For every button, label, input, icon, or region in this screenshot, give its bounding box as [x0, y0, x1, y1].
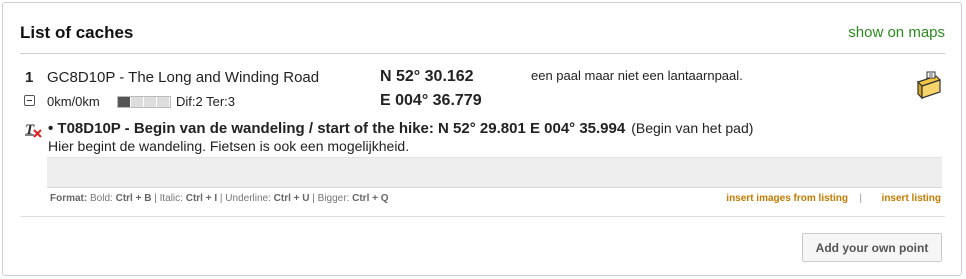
cache-description: een paal maar niet een lantaarnpaal.: [531, 68, 743, 83]
format-label: Format:: [50, 193, 88, 204]
format-underline-label: Underline:: [225, 193, 271, 204]
format-italic-key: Ctrl + I: [185, 193, 218, 204]
cache-latitude: N 52° 30.162: [380, 68, 474, 85]
insert-images-link[interactable]: insert images from listing: [726, 189, 848, 209]
cache-name[interactable]: GC8D10P - The Long and Winding Road: [47, 69, 319, 86]
format-bold-key: Ctrl + B: [115, 193, 152, 204]
waypoint-text: Hier begint de wandeling. Fietsen is ook…: [48, 138, 410, 154]
difficulty-terrain: Dif:2 Ter:3: [176, 94, 236, 109]
waypoint-text-delete-icon[interactable]: T: [24, 120, 42, 138]
svg-text:T: T: [25, 122, 35, 138]
format-hints: Format: Bold: Ctrl + B | Italic: Ctrl + …: [50, 193, 389, 204]
bottom-divider: [20, 216, 945, 217]
distance-bar-segment: [157, 97, 170, 107]
title-divider: [20, 53, 945, 54]
format-italic-label: Italic:: [159, 193, 183, 204]
distance-bar-segment: [144, 97, 157, 107]
waypoint-title: • T08D10P - Begin van de wandeling / sta…: [48, 120, 753, 137]
waypoint-note: (Begin van het pad): [631, 120, 754, 136]
format-hint-bar: Format: Bold: Ctrl + B | Italic: Ctrl + …: [47, 187, 942, 208]
note-text-area[interactable]: [47, 157, 942, 187]
cache-row-number: 1: [25, 69, 34, 86]
show-on-maps-link[interactable]: show on maps: [848, 24, 945, 41]
cache-longitude: E 004° 36.779: [380, 92, 482, 109]
format-bold-label: Bold:: [90, 193, 113, 204]
cache-type-icon: [916, 71, 942, 100]
add-own-point-button[interactable]: Add your own point: [802, 233, 942, 262]
cache-list-panel: List of caches show on maps 1 GC8D10P - …: [2, 2, 962, 276]
insert-separator: |: [859, 193, 862, 204]
distance-bar: [117, 96, 171, 108]
format-underline-key: Ctrl + U: [273, 193, 310, 204]
distance-bar-segment: [131, 97, 144, 107]
distance-bar-segment: [118, 97, 131, 107]
insert-listing-link[interactable]: insert listing: [882, 189, 941, 209]
panel-title: List of caches: [20, 23, 134, 42]
format-bigger-label: Bigger:: [317, 193, 350, 204]
cache-distance: 0km/0km: [47, 94, 100, 109]
waypoint-heading: • T08D10P - Begin van de wandeling / sta…: [48, 120, 626, 137]
format-bigger-key: Ctrl + Q: [352, 193, 389, 204]
collapse-icon[interactable]: [24, 95, 35, 106]
